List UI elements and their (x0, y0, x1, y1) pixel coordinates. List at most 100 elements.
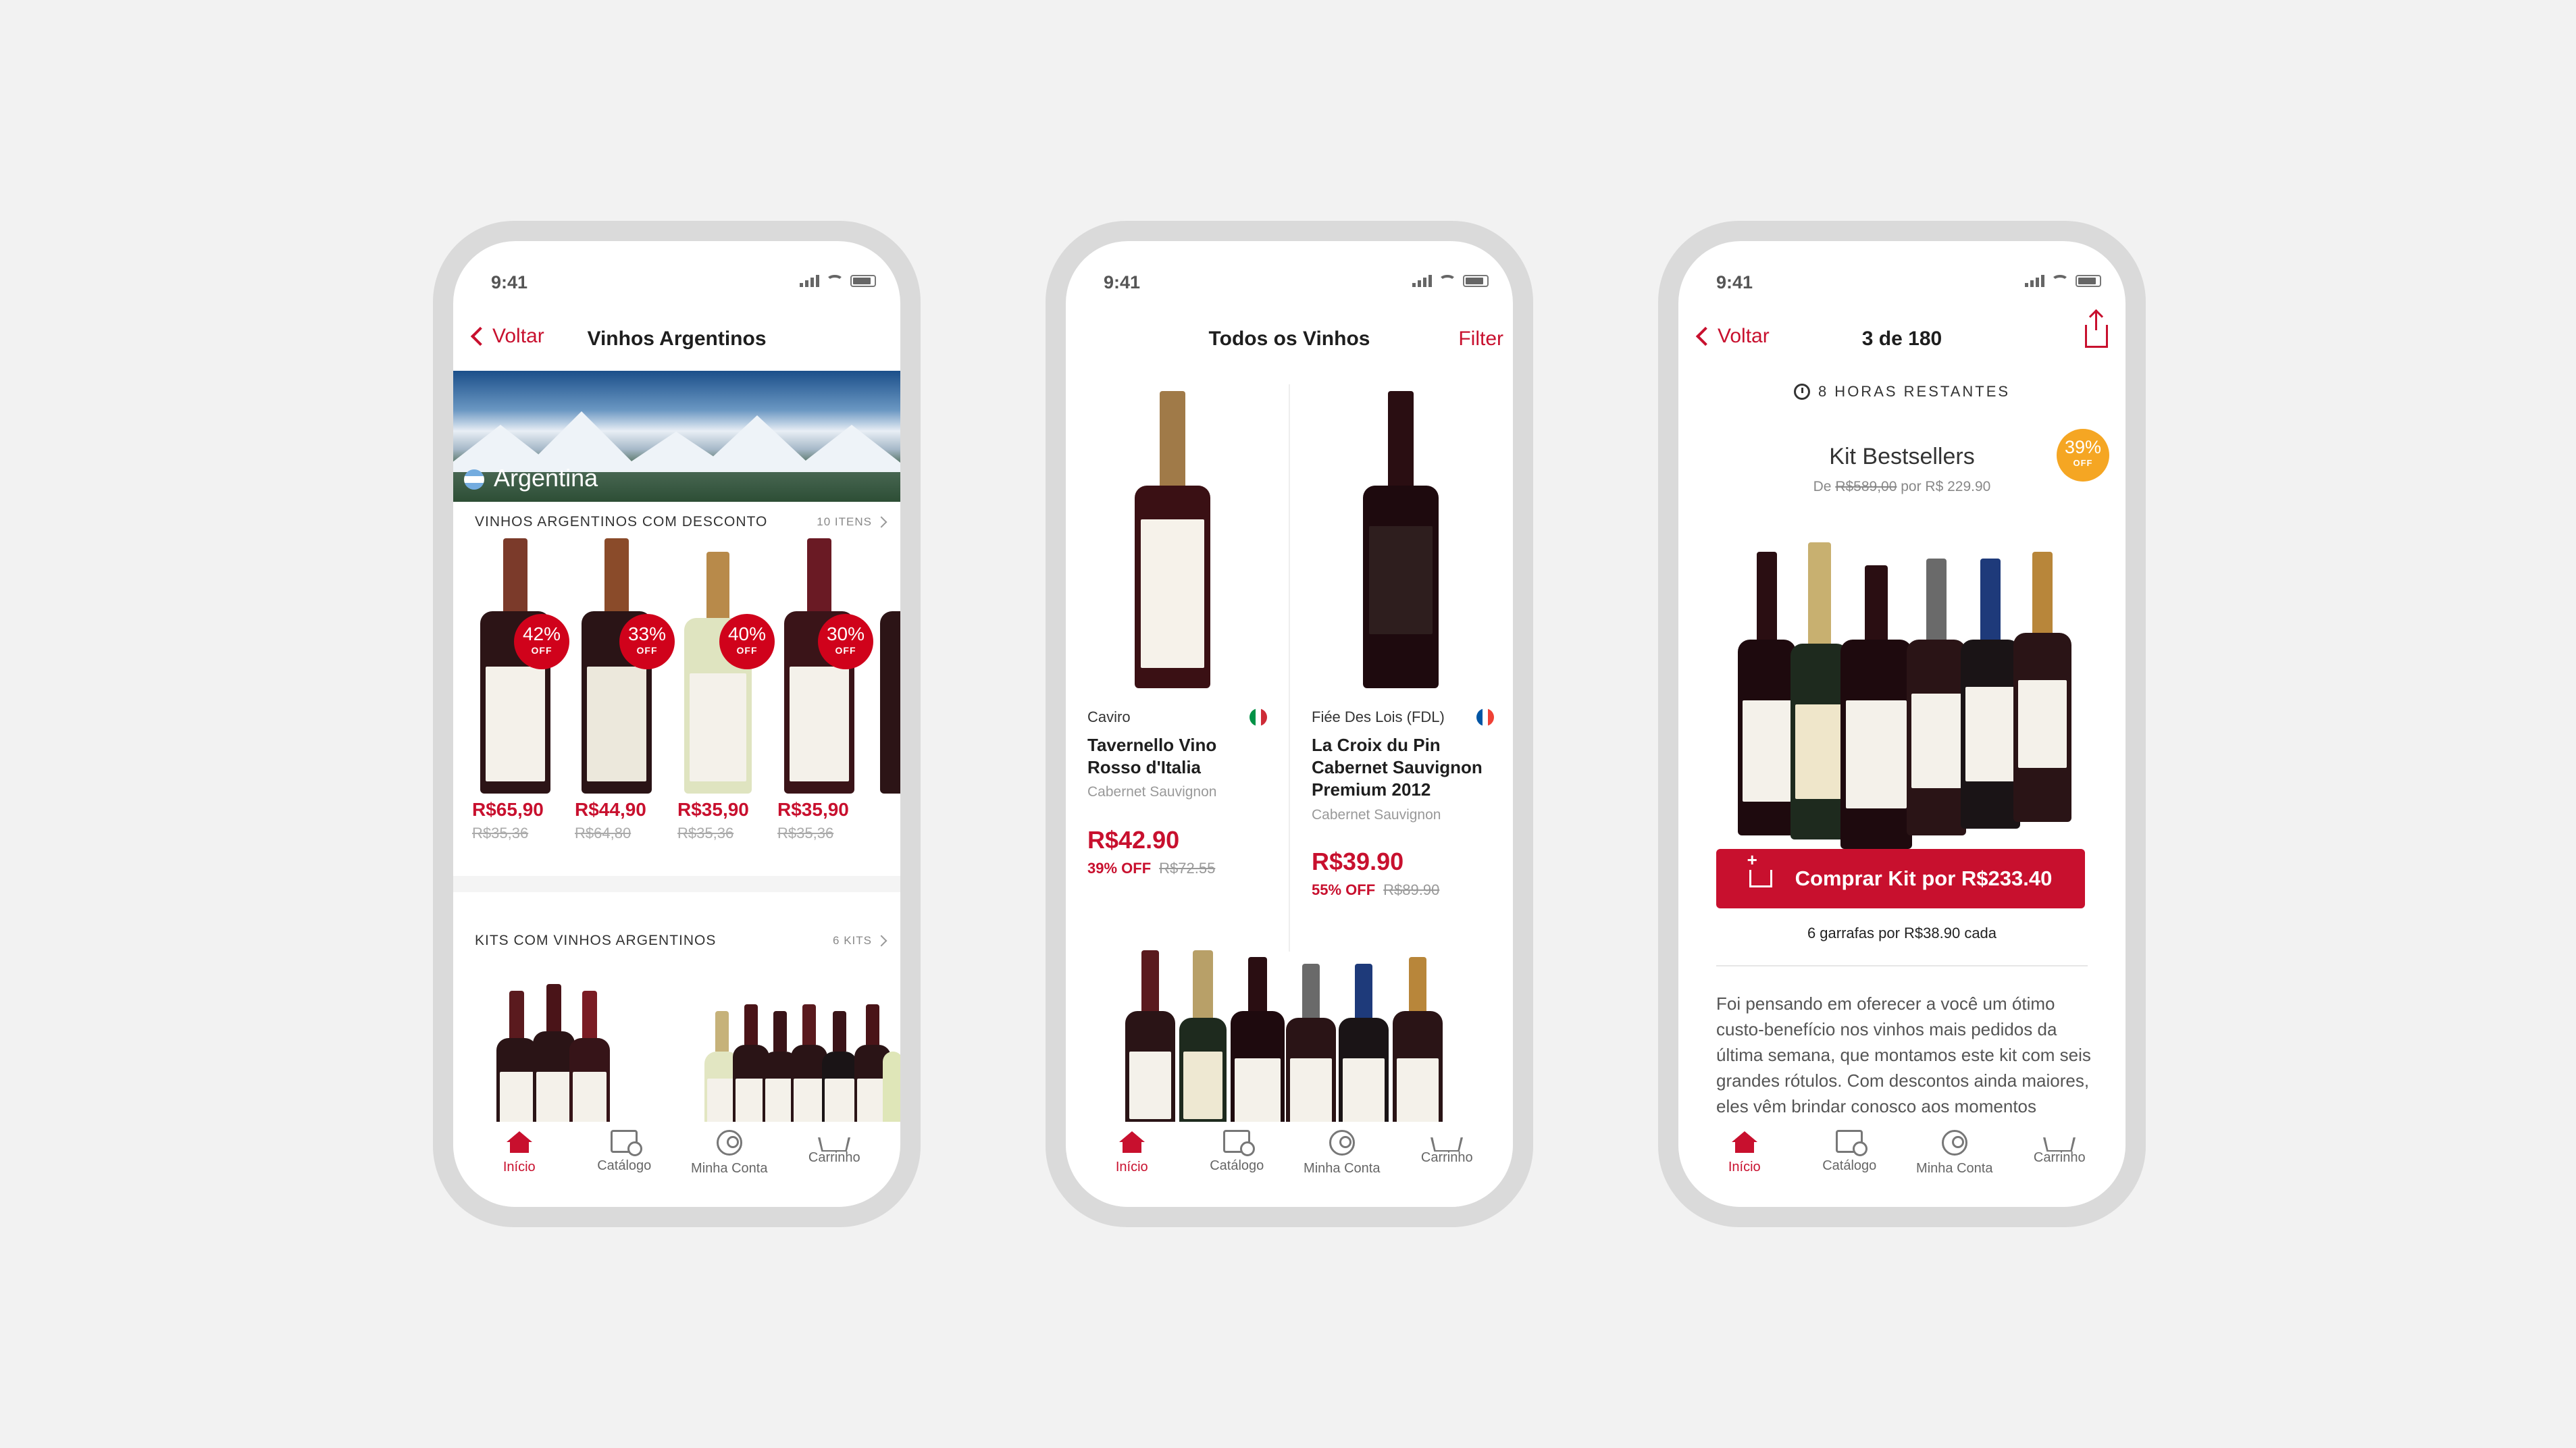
tab-carrinho[interactable]: Carrinho (1396, 1130, 1497, 1207)
section-header-discount[interactable]: VINHOS ARGENTINOS COM DESCONTO 10 ITENS (475, 514, 887, 530)
product-price: R$35,90 (777, 799, 849, 820)
signal-icon (2025, 275, 2044, 287)
cart-icon (818, 1137, 851, 1152)
product-old-price: R$35,36 (677, 825, 734, 842)
argentina-flag-icon (464, 469, 484, 490)
status-icons (800, 275, 876, 287)
tab-minha-conta[interactable]: Minha Conta (1291, 1130, 1393, 1207)
tab-carrinho[interactable]: Carrinho (783, 1130, 885, 1207)
producer-name: Fiée Des Lois (FDL) (1312, 708, 1445, 725)
kit-description: Foi pensando em oferecer a você um ótimo… (1716, 993, 2091, 1116)
tab-label: Carrinho (1420, 1150, 1473, 1165)
product-price: R$44,90 (575, 799, 646, 820)
product-card[interactable]: 30% OFF R$35,90 R$35,36 (777, 538, 877, 842)
kit-price-line: De R$589,00 por R$ 229.90 (1813, 479, 1991, 494)
section-title: KITS COM VINHOS ARGENTINOS (475, 933, 717, 948)
tab-inicio[interactable]: Início (1081, 1130, 1183, 1207)
product-card[interactable]: 42% OFF R$65,90 R$35,36 (472, 538, 572, 842)
tab-carrinho[interactable]: Carrinho (2009, 1130, 2110, 1207)
phone-frame-argentinos: 9:41 Voltar Vinhos Argentinos Argentina (433, 221, 921, 1227)
home-icon (506, 1131, 532, 1153)
section-header-kits[interactable]: KITS COM VINHOS ARGENTINOS 6 KITS (475, 933, 887, 949)
nav-bar: Voltar 3 de 180 (1678, 309, 2126, 371)
tab-label: Minha Conta (1916, 1161, 1993, 1176)
status-time: 9:41 (491, 272, 528, 292)
page-title: Todos os Vinhos (1208, 328, 1370, 350)
discount-badge: 30% OFF (818, 614, 873, 669)
share-icon[interactable] (2085, 311, 2108, 348)
section-title: VINHOS ARGENTINOS COM DESCONTO (475, 514, 768, 529)
wifi-icon (826, 275, 844, 287)
divider (1716, 965, 2088, 966)
catalog-icon (611, 1130, 643, 1156)
wine-price: R$39.90 (1312, 848, 1404, 875)
product-card[interactable]: 40% OFF R$35,90 R$35,36 (677, 538, 777, 842)
discount-line: 39% OFF R$72.55 (1087, 860, 1215, 877)
discount-label: 55% OFF (1312, 881, 1376, 898)
add-to-basket-icon (1747, 850, 1772, 887)
discount-badge: 40% OFF (719, 614, 775, 669)
tab-inicio[interactable]: Início (1694, 1130, 1795, 1207)
product-old-price: R$35,36 (472, 825, 529, 842)
screen: 9:41 Voltar Vinhos Argentinos Argentina (453, 241, 900, 1207)
tab-label: Início (1728, 1160, 1761, 1174)
timer-icon (1793, 384, 1810, 400)
tab-label: Catálogo (597, 1158, 652, 1173)
discount-badge: 42% OFF (514, 614, 569, 669)
buy-kit-label: Comprar Kit por R$233.40 (1795, 867, 2053, 890)
tab-catalogo[interactable]: Catálogo (1186, 1130, 1287, 1207)
chevron-right-icon (875, 935, 887, 947)
page-title: Vinhos Argentinos (587, 328, 767, 350)
user-icon (1329, 1130, 1355, 1156)
wine-name: La Croix du Pin Cabernet Sauvignon Premi… (1312, 735, 1483, 800)
tab-label: Início (1115, 1160, 1148, 1174)
wine-card[interactable]: Caviro Tavernello Vino Rosso d'Italia Ca… (1066, 371, 1289, 938)
tab-inicio[interactable]: Início (469, 1130, 570, 1207)
tab-catalogo[interactable]: Catálogo (573, 1130, 675, 1207)
product-card[interactable]: 33% OFF R$44,90 R$64,80 (575, 538, 675, 842)
status-icons (2025, 275, 2101, 287)
grape-variety: Cabernet Sauvignon (1087, 784, 1217, 800)
tab-minha-conta[interactable]: Minha Conta (1904, 1130, 2005, 1207)
status-time: 9:41 (1716, 272, 1753, 292)
hero-banner[interactable]: Argentina (453, 371, 900, 502)
filter-button[interactable]: Filter (1458, 328, 1503, 351)
tab-label: Início (503, 1160, 536, 1174)
buy-kit-button[interactable]: Comprar Kit por R$233.40 (1716, 849, 2085, 908)
nav-bar: Todos os Vinhos Filter (1066, 309, 1513, 371)
nav-bar: Voltar Vinhos Argentinos (453, 309, 900, 371)
tab-label: Minha Conta (691, 1161, 768, 1176)
discount-line: 55% OFF R$89.90 (1312, 881, 1439, 899)
signal-icon (1412, 275, 1432, 287)
section-count: 6 KITS (833, 934, 887, 948)
screen: 9:41 Voltar 3 de 180 8 HORAS RESTANTES K… (1678, 241, 2126, 1207)
tab-bar: Início Catálogo Minha Conta Carrinho (1678, 1122, 2126, 1207)
tab-label: Catálogo (1210, 1158, 1264, 1173)
wifi-icon (2051, 275, 2069, 287)
tab-label: Catálogo (1822, 1158, 1877, 1173)
tab-bar: Início Catálogo Minha Conta Carrinho (1066, 1122, 1513, 1207)
screen: 9:41 Todos os Vinhos Filter Caviro Taver… (1066, 241, 1513, 1207)
status-bar: 9:41 (453, 241, 900, 309)
wine-bottle-image (1363, 391, 1439, 688)
home-icon (1118, 1131, 1145, 1153)
producer-name: Caviro (1087, 708, 1131, 725)
wine-card[interactable]: Fiée Des Lois (FDL) La Croix du Pin Cabe… (1290, 371, 1513, 938)
product-price: R$65,90 (472, 799, 544, 820)
countdown-text: 8 HORAS RESTANTES (1818, 383, 2011, 400)
user-icon (716, 1130, 742, 1156)
old-price: R$72.55 (1159, 860, 1216, 877)
battery-icon (2076, 275, 2101, 287)
chevron-right-icon (875, 516, 887, 528)
tab-bar: Início Catálogo Minha Conta Carrinho (453, 1122, 900, 1207)
discount-badge: 33% OFF (619, 614, 675, 669)
tab-minha-conta[interactable]: Minha Conta (679, 1130, 780, 1207)
battery-icon (850, 275, 876, 287)
wine-bottle-image (880, 538, 900, 794)
italy-flag-icon (1250, 708, 1267, 726)
status-bar: 9:41 (1066, 241, 1513, 309)
tab-catalogo[interactable]: Catálogo (1799, 1130, 1900, 1207)
signal-icon (800, 275, 819, 287)
catalog-icon (1223, 1130, 1256, 1156)
countdown: 8 HORAS RESTANTES (1678, 383, 2126, 400)
